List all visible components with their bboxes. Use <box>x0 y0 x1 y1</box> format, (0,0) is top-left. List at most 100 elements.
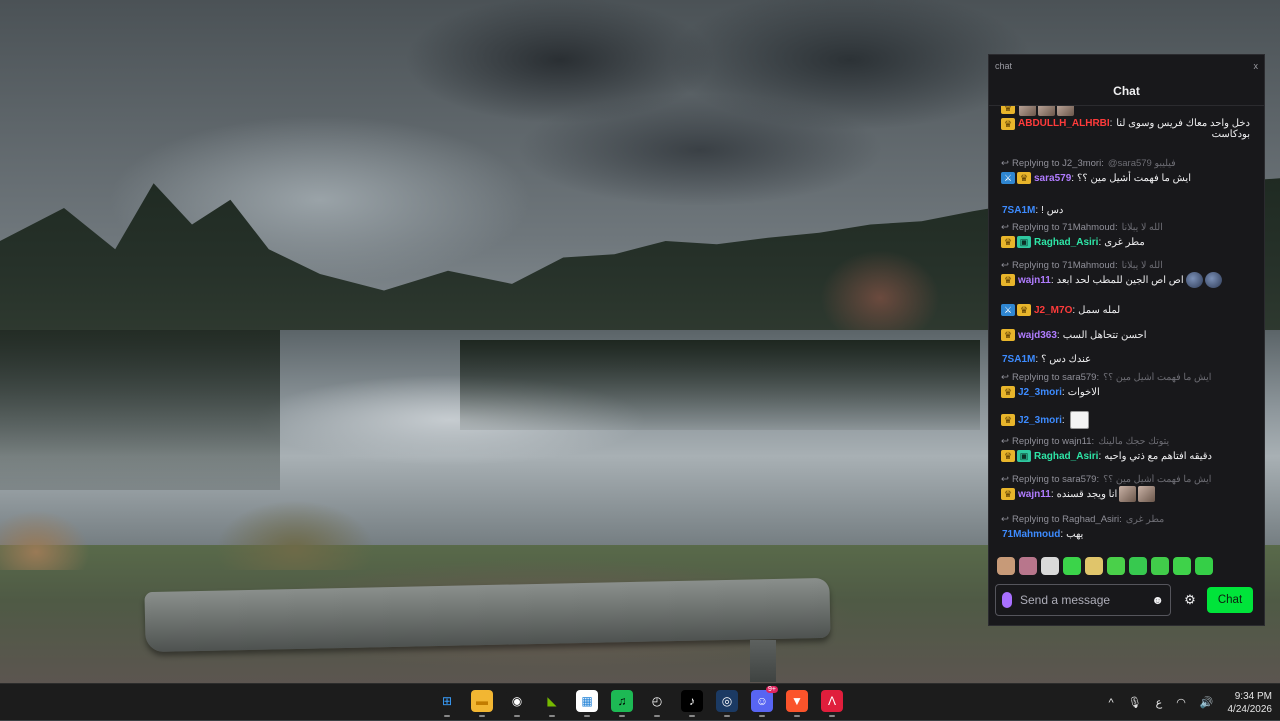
reply-arrow-icon: ↩ <box>1001 514 1009 525</box>
emote-shortcut-icon[interactable] <box>1107 557 1125 575</box>
chat-username[interactable]: Raghad_Asiri <box>1034 237 1098 248</box>
emote-bar[interactable] <box>997 555 1256 577</box>
reply-quoted-text: ايش ما فهمت أشيل مين ؟؟ <box>1103 474 1212 485</box>
reply-context[interactable]: ↩ Replying to wajn11: يتوتك حجك مالينك <box>1001 436 1250 448</box>
chat-username[interactable]: J2_3mori <box>1018 387 1062 398</box>
reply-context[interactable]: ↩ Replying to Raghad_Asiri: مطر غرى <box>1001 514 1250 526</box>
mod-badge-icon[interactable]: ⚔ <box>1001 304 1015 316</box>
chat-username[interactable]: wajn11 <box>1018 275 1051 286</box>
clock[interactable]: 9:34 PM 4/24/2026 <box>1228 690 1273 716</box>
chat-username[interactable]: wajd363 <box>1018 330 1057 341</box>
close-icon[interactable]: x <box>1254 61 1259 71</box>
chat-message[interactable]: ↩ Replying to sara579: ايش ما فهمت أشيل مي… <box>1001 474 1250 502</box>
chat-window[interactable]: chat x Chat ♛ ♛ ABDULLH_ALHRBI: دخل واحد مع… <box>988 54 1265 626</box>
message-input[interactable] <box>1018 592 1146 608</box>
spotify-icon[interactable]: ♫ <box>611 690 633 717</box>
emote-image[interactable] <box>1069 411 1089 429</box>
tiktok-icon[interactable]: ♪ <box>681 690 703 717</box>
emote-image[interactable] <box>1204 272 1222 288</box>
crown-badge-icon[interactable]: ♛ <box>1001 488 1015 500</box>
emoji-picker-icon[interactable]: ☻ <box>1151 593 1164 607</box>
chat-message[interactable]: ↩ Replying to 71Mahmoud: الله لا يبلانا ♛ wa… <box>1001 260 1250 288</box>
crown-badge-icon[interactable]: ♛ <box>1001 236 1015 248</box>
reply-context[interactable]: ↩ Replying to sara579: ايش ما فهمت أشيل مي… <box>1001 474 1250 486</box>
crown-badge-icon[interactable]: ♛ <box>1001 414 1015 426</box>
crown-badge-icon[interactable]: ♛ <box>1001 106 1015 114</box>
windows-start-icon[interactable]: ⊞ <box>436 690 458 717</box>
emote-shortcut-icon[interactable] <box>1041 557 1059 575</box>
chat-username[interactable]: Raghad_Asiri <box>1034 451 1098 462</box>
chat-message[interactable]: ♛ <box>1001 106 1250 116</box>
volume-icon[interactable]: 🔊 <box>1200 696 1214 709</box>
emote-shortcut-icon[interactable] <box>997 557 1015 575</box>
sub-badge-icon[interactable]: ▣ <box>1017 450 1031 462</box>
file-explorer-icon[interactable]: ▬ <box>471 690 493 717</box>
chat-username[interactable]: ABDULLH_ALHRBI <box>1018 118 1110 129</box>
app-a-icon[interactable]: Λ <box>821 690 843 717</box>
chat-username[interactable]: 71Mahmoud <box>1002 529 1060 540</box>
chat-username[interactable]: J2_3mori <box>1018 415 1062 426</box>
chat-message[interactable]: ⚔ ♛ J2_M7O: لمله سمل <box>1001 302 1250 318</box>
reply-context[interactable]: ↩ Replying to sara579: ايش ما فهمت أشيل مي… <box>1001 372 1250 384</box>
nvidia-icon[interactable]: ◣ <box>541 690 563 717</box>
chat-message[interactable]: ↩ Replying to J2_3mori: @sara579 فيليبو ⚔ ♛ s… <box>1001 158 1250 186</box>
crown-badge-icon[interactable]: ♛ <box>1001 386 1015 398</box>
chat-username[interactable]: sara579 <box>1034 173 1071 184</box>
emote-shortcut-icon[interactable] <box>1151 557 1169 575</box>
emote-image[interactable] <box>1019 106 1036 116</box>
send-chat-button[interactable]: Chat <box>1207 587 1253 613</box>
message-input-box[interactable]: ☻ <box>995 584 1171 616</box>
chat-username[interactable]: 7SA1M <box>1002 354 1035 365</box>
chevron-up-icon[interactable]: ^ <box>1108 697 1113 709</box>
chat-message[interactable]: 7SA1M: دس ! <box>1001 202 1250 218</box>
sub-badge-icon[interactable]: ▣ <box>1017 236 1031 248</box>
emote-shortcut-icon[interactable] <box>1063 557 1081 575</box>
store-icon[interactable]: ▦ <box>576 690 598 717</box>
crown-badge-icon[interactable]: ♛ <box>1001 118 1015 130</box>
mic-icon[interactable] <box>1002 592 1012 608</box>
language-indicator[interactable]: ع <box>1156 696 1163 709</box>
chat-message[interactable]: ↩ Replying to Raghad_Asiri: مطر غرى 71Mahmo… <box>1001 514 1250 542</box>
message-list[interactable]: ♛ ♛ ABDULLH_ALHRBI: دخل واحد معاك فريس وسوى… <box>989 106 1264 580</box>
obs-icon[interactable]: ◉ <box>506 690 528 717</box>
chat-message[interactable]: ♛ wajd363: احسن تتحاهل السب <box>1001 327 1250 343</box>
chat-message[interactable]: ♛ J2_3mori: <box>1001 411 1250 429</box>
crown-badge-icon[interactable]: ♛ <box>1001 450 1015 462</box>
emote-image[interactable] <box>1119 486 1137 502</box>
emote-image[interactable] <box>1038 106 1055 116</box>
chat-message[interactable]: ♛ ABDULLH_ALHRBI: دخل واحد معاك فريس وسوى … <box>1001 118 1250 140</box>
emote-shortcut-icon[interactable] <box>1019 557 1037 575</box>
emote-image[interactable] <box>1185 272 1203 288</box>
chat-titlebar[interactable]: chat x <box>989 55 1264 77</box>
wifi-icon[interactable]: ◠ <box>1176 696 1186 709</box>
crown-badge-icon[interactable]: ♛ <box>1001 329 1015 341</box>
crown-badge-icon[interactable]: ♛ <box>1017 172 1031 184</box>
chat-username[interactable]: 7SA1M <box>1002 205 1035 216</box>
chat-message[interactable]: ↩ Replying to sara579: ايش ما فهمت أشيل مي… <box>1001 372 1250 400</box>
clock-app-icon[interactable]: ◴ <box>646 690 668 717</box>
mod-badge-icon[interactable]: ⚔ <box>1001 172 1015 184</box>
crown-badge-icon[interactable]: ♛ <box>1001 274 1015 286</box>
chat-message[interactable]: 7SA1M: عندك دس ؟ <box>1001 351 1250 367</box>
reply-context[interactable]: ↩ Replying to 71Mahmoud: الله لا يبلانا <box>1001 222 1250 234</box>
emote-shortcut-icon[interactable] <box>1129 557 1147 575</box>
brave-icon[interactable]: ▼ <box>786 690 808 717</box>
chat-username[interactable]: J2_M7O <box>1034 305 1072 316</box>
emote-shortcut-icon[interactable] <box>1173 557 1191 575</box>
reply-context[interactable]: ↩ Replying to J2_3mori: @sara579 فيليبو <box>1001 158 1250 170</box>
discord-icon[interactable]: ☺ 9+ <box>751 686 778 717</box>
chat-message[interactable]: ↩ Replying to 71Mahmoud: الله لا يبلانا ♛ ▣ R… <box>1001 222 1250 250</box>
gear-icon[interactable]: ⚙ <box>1183 592 1197 608</box>
mic-tray-icon[interactable]: 🎙 <box>1128 696 1142 709</box>
reply-context[interactable]: ↩ Replying to 71Mahmoud: الله لا يبلانا <box>1001 260 1250 272</box>
chat-message[interactable]: ↩ Replying to wajn11: يتوتك حجك مالينك ♛ ▣ Ra… <box>1001 436 1250 464</box>
crown-badge-icon[interactable]: ♛ <box>1017 304 1031 316</box>
chat-username[interactable]: wajn11 <box>1018 489 1051 500</box>
emote-image[interactable] <box>1057 106 1074 116</box>
emote-image[interactable] <box>1138 486 1156 502</box>
steam-icon[interactable]: ◎ <box>716 690 738 717</box>
emote-shortcut-icon[interactable] <box>1195 557 1213 575</box>
username-colon: : <box>1056 329 1060 341</box>
emote-shortcut-icon[interactable] <box>1085 557 1103 575</box>
reply-quoted-text: ايش ما فهمت أشيل مين ؟؟ <box>1103 372 1212 383</box>
